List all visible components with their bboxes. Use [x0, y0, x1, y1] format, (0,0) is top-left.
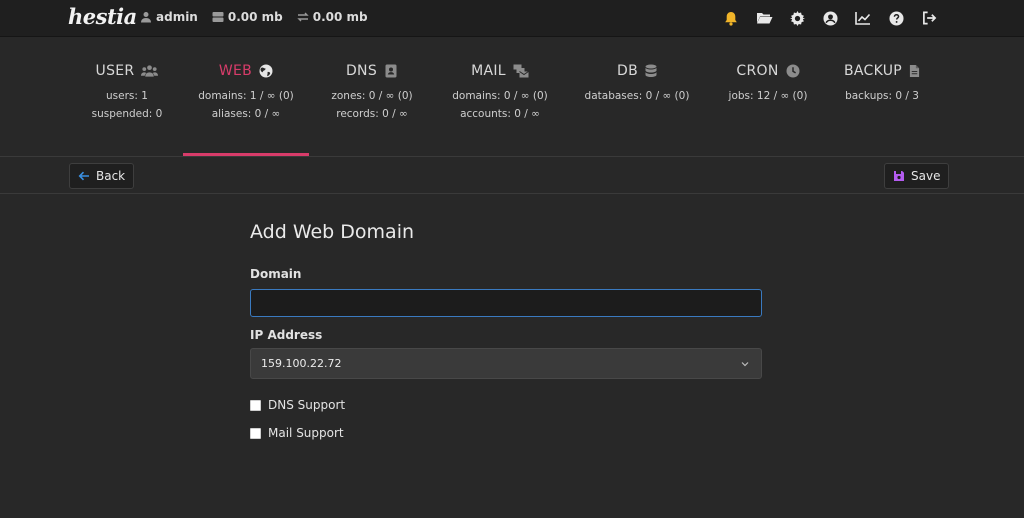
file-manager-button[interactable]	[755, 9, 773, 27]
save-button[interactable]: Save	[884, 163, 950, 189]
question-circle-icon	[888, 10, 904, 26]
tab-label: MAIL	[471, 63, 506, 79]
dns-support-checkbox-row[interactable]: DNS Support	[250, 398, 762, 412]
tab-stat: domains: 1 / ∞ (0)	[198, 90, 294, 102]
mail-bulk-icon	[513, 64, 529, 78]
username: admin	[156, 10, 198, 24]
bell-icon	[725, 11, 737, 26]
hestia-logo[interactable]: hestia	[68, 4, 137, 29]
tab-stat: suspended: 0	[91, 108, 163, 120]
user-icon	[141, 12, 151, 23]
domain-input[interactable]	[250, 289, 762, 317]
tab-dns[interactable]: DNS zones: 0 / ∞ (0) records: 0 / ∞	[319, 37, 425, 156]
tab-label: DNS	[345, 63, 378, 79]
disk-usage: 0.00 mb	[227, 10, 283, 24]
mail-support-label: Mail Support	[268, 426, 344, 440]
tab-stat: zones: 0 / ∞ (0)	[331, 90, 413, 102]
dns-support-checkbox[interactable]	[250, 399, 261, 411]
tab-stat: accounts: 0 / ∞	[460, 108, 540, 120]
address-book-icon	[385, 64, 397, 78]
tab-stat: aliases: 0 / ∞	[211, 108, 281, 120]
chart-line-icon	[855, 12, 871, 25]
hdd-icon	[212, 12, 224, 22]
page-title: Add Web Domain	[250, 221, 415, 243]
tab-db[interactable]: DB databases: 0 / ∞ (0)	[580, 37, 694, 156]
bandwidth-usage: 0.00 mb	[312, 10, 368, 24]
clock-icon	[786, 64, 800, 78]
ip-address-select[interactable]: 159.100.22.72	[250, 348, 762, 379]
stats-navigation: USER users: 1 suspended: 0 WEB domains: …	[0, 37, 1024, 157]
user-stat[interactable]: admin	[140, 10, 198, 24]
gear-icon	[789, 10, 805, 26]
floppy-disk-icon	[894, 171, 904, 181]
logout-button[interactable]	[920, 9, 938, 27]
chevron-down-icon	[741, 361, 749, 366]
back-button[interactable]: Back	[69, 163, 135, 189]
tab-stat: domains: 0 / ∞ (0)	[452, 90, 548, 102]
tab-cron[interactable]: CRON jobs: 12 / ∞ (0)	[718, 37, 818, 156]
tab-web[interactable]: WEB domains: 1 / ∞ (0) aliases: 0 / ∞	[183, 37, 309, 156]
tab-stat: backups: 0 / 3	[845, 90, 919, 102]
tab-label: CRON	[736, 63, 779, 79]
top-bar: hestia admin 0.00 mb 0.00 mb	[0, 0, 1024, 37]
ip-address-label: IP Address	[250, 328, 323, 342]
tab-label: DB	[617, 63, 638, 79]
domain-label: Domain	[250, 267, 302, 281]
tab-mail[interactable]: MAIL domains: 0 / ∞ (0) accounts: 0 / ∞	[446, 37, 554, 156]
users-icon	[141, 65, 159, 77]
help-button[interactable]	[887, 9, 905, 27]
mail-support-checkbox-row[interactable]: Mail Support	[250, 426, 762, 440]
exchange-icon	[297, 12, 309, 22]
sign-out-icon	[922, 11, 936, 25]
tab-stat: records: 0 / ∞	[336, 108, 408, 120]
tab-user[interactable]: USER users: 1 suspended: 0	[70, 37, 184, 156]
top-stats: admin 0.00 mb 0.00 mb	[140, 10, 376, 24]
tab-label: USER	[95, 63, 135, 79]
notifications-button[interactable]	[722, 9, 740, 27]
tab-stat: jobs: 12 / ∞ (0)	[728, 90, 808, 102]
active-tab-indicator	[183, 153, 309, 156]
dns-support-label: DNS Support	[268, 398, 346, 412]
disk-stat: 0.00 mb	[212, 10, 283, 24]
arrow-left-icon	[78, 171, 89, 181]
file-icon	[909, 65, 920, 77]
database-icon	[645, 64, 657, 77]
folder-open-icon	[756, 13, 772, 24]
toolbar: Back Save	[0, 157, 1024, 194]
save-button-label: Save	[911, 169, 941, 183]
user-profile-button[interactable]	[821, 9, 839, 27]
ip-address-value: 159.100.22.72	[261, 357, 342, 370]
tab-stat: databases: 0 / ∞ (0)	[584, 90, 690, 102]
statistics-button[interactable]	[854, 9, 872, 27]
bandwidth-stat: 0.00 mb	[297, 10, 368, 24]
tab-backup[interactable]: BACKUP backups: 0 / 3	[836, 37, 928, 156]
tab-label: WEB	[218, 63, 253, 79]
server-settings-button[interactable]	[788, 9, 806, 27]
tab-stat: users: 1	[106, 90, 148, 102]
top-icons	[722, 9, 938, 27]
mail-support-checkbox[interactable]	[250, 427, 261, 439]
back-button-label: Back	[96, 169, 126, 183]
tab-label: BACKUP	[843, 63, 902, 79]
user-circle-icon	[822, 10, 838, 26]
globe-icon	[259, 64, 273, 78]
add-web-domain-form: Add Web Domain Domain IP Address 159.100…	[250, 221, 762, 440]
